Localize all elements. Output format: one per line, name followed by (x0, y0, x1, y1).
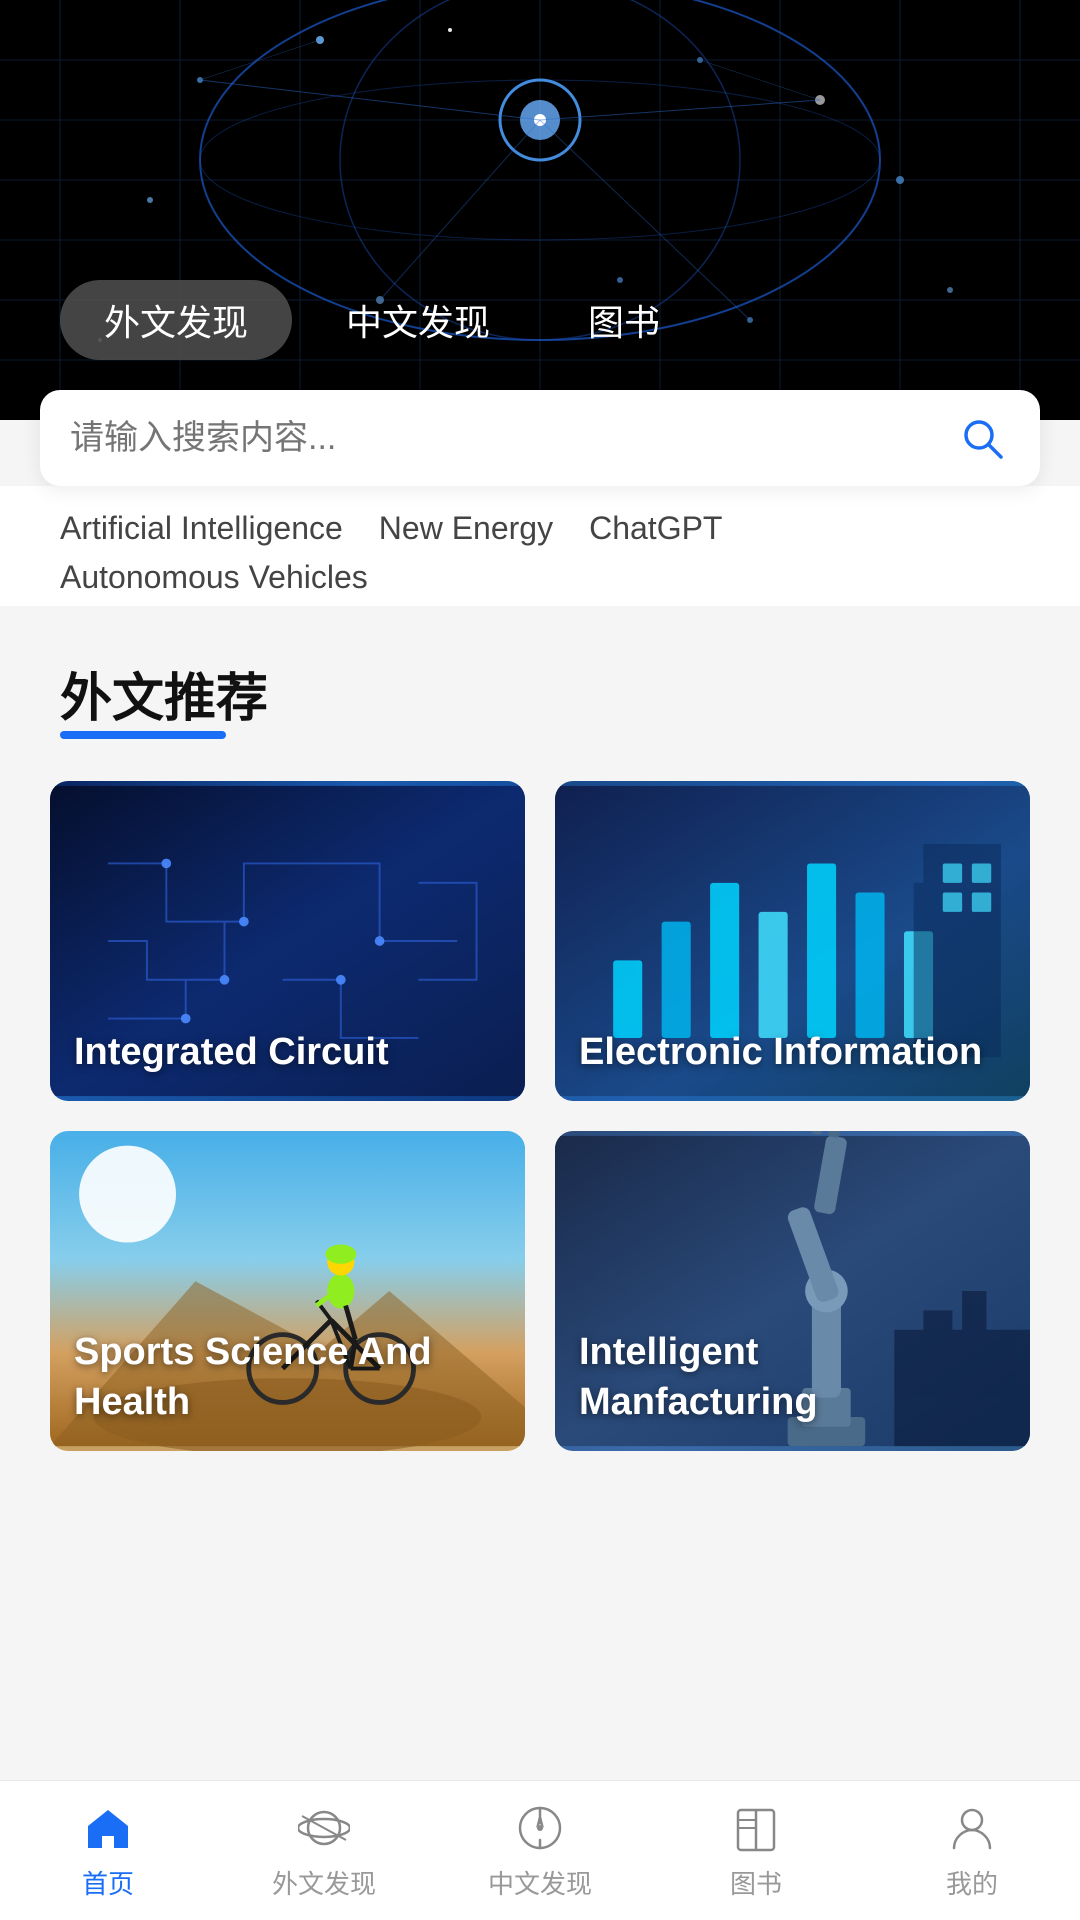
nav-chinese[interactable]: 中文发现 (432, 1800, 648, 1901)
home-icon (80, 1800, 136, 1856)
person-icon (944, 1800, 1000, 1856)
card-ss-label: Sports Science And Health (50, 1308, 525, 1451)
tags-row: Artificial Intelligence New Energy ChatG… (0, 486, 1080, 606)
card-ei[interactable]: Electronic Information (555, 781, 1030, 1101)
nav-chinese-label: 中文发现 (488, 1864, 592, 1901)
nav-books-label: 图书 (730, 1864, 782, 1901)
nav-home-label: 首页 (82, 1864, 134, 1901)
tab-row: 外文发现 中文发现 图书 (60, 280, 704, 360)
tag-av[interactable]: Autonomous Vehicles (60, 559, 368, 596)
search-bar (40, 390, 1040, 486)
nav-mine-label: 我的 (946, 1864, 998, 1901)
planet-icon (296, 1800, 352, 1856)
nav-foreign[interactable]: 外文发现 (216, 1800, 432, 1901)
tab-chinese[interactable]: 中文发现 (302, 280, 534, 360)
nav-books[interactable]: 图书 (648, 1800, 864, 1901)
search-button[interactable] (954, 410, 1010, 466)
cards-grid: Integrated Circuit (0, 761, 1080, 1451)
section-title-wrap: 外文推荐 (0, 606, 1080, 761)
tag-ne[interactable]: New Energy (379, 510, 553, 547)
card-im[interactable]: Intelligent Manfacturing (555, 1131, 1030, 1451)
card-ic[interactable]: Integrated Circuit (50, 781, 525, 1101)
nav-foreign-label: 外文发现 (272, 1864, 376, 1901)
card-ic-label: Integrated Circuit (50, 1008, 525, 1101)
hero-banner: 外文发现 中文发现 图书 (0, 0, 1080, 420)
card-ss[interactable]: Sports Science And Health (50, 1131, 525, 1451)
bottom-nav: 首页 外文发现 中文发现 (0, 1780, 1080, 1920)
tab-books[interactable]: 图书 (544, 280, 704, 360)
tag-gpt[interactable]: ChatGPT (589, 510, 722, 547)
search-icon (959, 415, 1005, 461)
section-title: 外文推荐 (60, 656, 268, 731)
card-ei-label: Electronic Information (555, 1008, 1030, 1101)
tab-foreign[interactable]: 外文发现 (60, 280, 292, 360)
nav-mine[interactable]: 我的 (864, 1800, 1080, 1901)
search-input[interactable] (70, 419, 934, 458)
card-im-label: Intelligent Manfacturing (555, 1308, 1030, 1451)
book-icon (728, 1800, 784, 1856)
nav-home[interactable]: 首页 (0, 1800, 216, 1901)
tag-ai[interactable]: Artificial Intelligence (60, 510, 343, 547)
compass-icon (512, 1800, 568, 1856)
